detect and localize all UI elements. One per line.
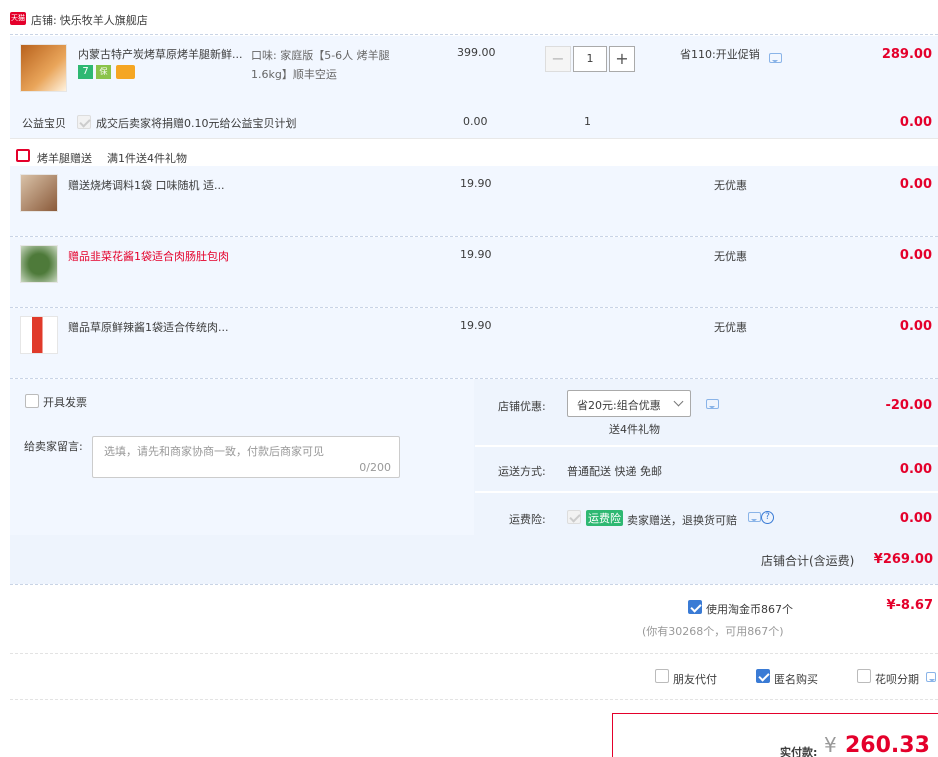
item-title-link[interactable]: 内蒙古特产炭烤草原烤羊腿新鲜... [78, 46, 246, 62]
insurance-amount: 0.00 [899, 511, 932, 526]
gift-promo: 无优惠 [714, 250, 747, 263]
pay-label: 实付款: [780, 746, 818, 757]
coins-amount: ¥-8.67 [886, 598, 933, 613]
gift-promo: 无优惠 [714, 179, 747, 192]
gift-price: 19.90 [460, 319, 492, 332]
charity-label: 公益宝贝 [22, 117, 66, 130]
shipping-amount: 0.00 [899, 462, 932, 477]
huabei-label: 花呗分期 [875, 673, 919, 686]
shop-prefix: 店铺: [31, 14, 57, 27]
gift-price: 19.90 [460, 177, 492, 190]
gift-title[interactable]: 赠品草原鲜辣酱1袋适合传统肉... [68, 319, 229, 335]
gift-rule: 满1件送4件礼物 [107, 152, 187, 165]
chat-bubble-icon[interactable] [926, 672, 936, 682]
divider [10, 138, 938, 139]
shop-discount-note: 送4件礼物 [609, 423, 660, 436]
gift-title[interactable]: 赠送烧烤调料1袋 口味随机 适... [68, 177, 224, 193]
gift-thumbnail[interactable] [20, 245, 58, 283]
shop-name-link[interactable]: 快乐牧羊人旗舰店 [60, 14, 148, 27]
divider [10, 699, 938, 700]
chevron-down-icon [673, 396, 684, 407]
anonymous-checkbox[interactable] [756, 669, 770, 683]
coins-checkbox[interactable] [688, 600, 702, 614]
insurance-text: 卖家赠送，退换货可赔 [627, 514, 737, 527]
shop-discount-value: 省20元:组合优惠 [577, 399, 661, 412]
invoice-checkbox[interactable] [25, 394, 39, 408]
gift-thumbnail[interactable] [20, 174, 58, 212]
gift-thumbnail[interactable] [20, 316, 58, 354]
message-label: 给卖家留言: [24, 440, 83, 453]
anonymous-label: 匿名购买 [774, 673, 818, 686]
gift-title[interactable]: 赠品韭菜花酱1袋适合肉肠肚包肉 [68, 248, 229, 264]
charity-qty: 1 [584, 115, 591, 128]
shop-total-label: 店铺合计(含运费) [761, 554, 855, 568]
divider [475, 445, 938, 447]
item-subtotal: 289.00 [881, 47, 932, 62]
help-question-icon[interactable]: ? [761, 511, 774, 524]
message-counter: 0/200 [359, 461, 391, 474]
shipping-value: 普通配送 快递 免邮 [567, 465, 662, 478]
gift-icon [16, 149, 30, 162]
pay-currency: ¥ [824, 733, 837, 757]
card-badge-icon [116, 65, 135, 79]
gift-subtotal: 0.00 [899, 177, 932, 192]
shop-discount-amount: -20.00 [885, 398, 932, 413]
item-unit-price: 399.00 [457, 46, 496, 59]
charity-text: 成交后卖家将捐赠0.10元给公益宝贝计划 [96, 117, 297, 130]
divider [10, 653, 938, 654]
shop-label: 店铺: 快乐牧羊人旗舰店 [31, 12, 148, 28]
huabei-checkbox[interactable] [857, 669, 871, 683]
gift-promo: 无优惠 [714, 321, 747, 334]
service-badge-7: 7 [78, 65, 93, 79]
chat-bubble-icon[interactable] [769, 53, 782, 63]
charity-subtotal: 0.00 [899, 115, 932, 130]
guarantee-badge-icon: 保 [96, 65, 111, 79]
friend-pay-checkbox[interactable] [655, 669, 669, 683]
tmall-badge-icon: 天猫 [10, 12, 26, 25]
insurance-tag: 运费险 [586, 510, 623, 526]
message-placeholder: 选填，请先和商家协商一致，付款后商家可见 [104, 445, 324, 458]
shipping-label: 运送方式: [498, 465, 546, 478]
item-thumbnail[interactable] [20, 44, 67, 92]
invoice-label: 开具发票 [43, 396, 87, 409]
charity-checkbox[interactable] [77, 115, 91, 129]
gift-subtotal: 0.00 [899, 248, 932, 263]
pay-amount: 260.33 [845, 733, 930, 757]
gift-subtotal: 0.00 [899, 319, 932, 334]
charity-price: 0.00 [463, 115, 488, 128]
coins-label: 使用淘金币867个 [706, 603, 793, 616]
gift-header-title: 烤羊腿赠送 [37, 152, 92, 165]
shop-discount-label: 店铺优惠: [498, 400, 546, 413]
shop-total-amount: ¥269.00 [873, 552, 933, 567]
coins-detail: (你有30268个，可用867个) [642, 625, 784, 638]
friend-pay-label: 朋友代付 [673, 673, 717, 686]
qty-minus-button[interactable]: − [545, 46, 571, 72]
item-spec: 口味: 家庭版【5-6人 烤羊腿1.6kg】顺丰空运 [251, 49, 390, 81]
insurance-label: 运费险: [509, 513, 546, 526]
chat-bubble-icon[interactable] [706, 399, 719, 409]
chat-bubble-icon[interactable] [748, 512, 761, 522]
item-promo: 省110:开业促销 [680, 48, 760, 61]
divider [10, 584, 938, 585]
shop-discount-select[interactable]: 省20元:组合优惠 [567, 390, 691, 417]
message-textarea[interactable]: 选填，请先和商家协商一致，付款后商家可见 0/200 [92, 436, 400, 478]
qty-input[interactable]: 1 [573, 46, 607, 72]
gift-price: 19.90 [460, 248, 492, 261]
divider [475, 491, 938, 493]
divider [10, 34, 938, 35]
insurance-checkbox[interactable] [567, 510, 581, 524]
qty-plus-button[interactable]: + [609, 46, 635, 72]
